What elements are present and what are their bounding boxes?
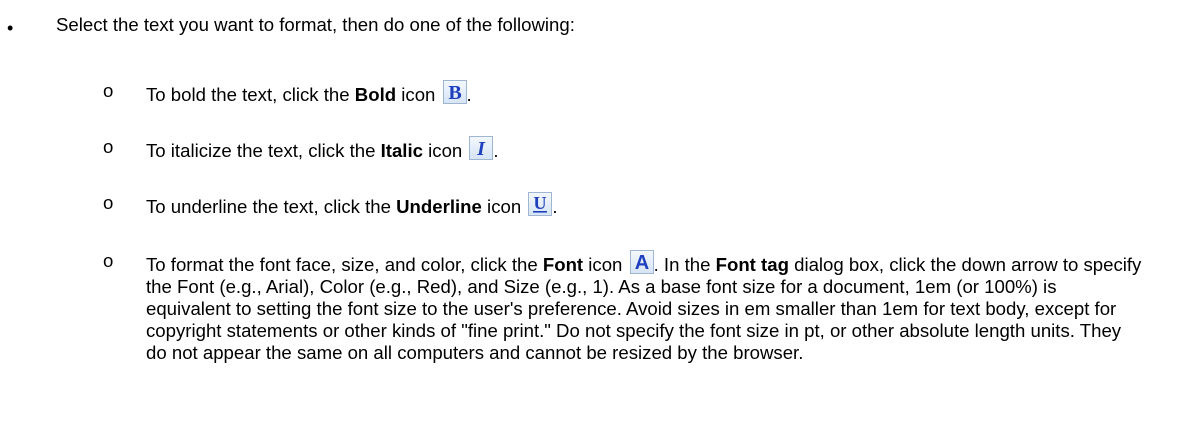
list-item-text: To underline the text, click the Underli…	[146, 192, 558, 217]
list-item-text: To bold the text, click the Bold icon B …	[146, 80, 472, 105]
svg-text:U: U	[534, 193, 547, 213]
list-item-text: To format the font face, size, and color…	[146, 250, 1142, 363]
sub-marker: o	[103, 80, 114, 101]
svg-text:B: B	[448, 82, 461, 104]
italic-icon: I	[469, 136, 494, 160]
sub-marker: o	[103, 136, 114, 157]
svg-text:A: A	[634, 252, 648, 274]
svg-text:I: I	[477, 138, 487, 160]
bullet-marker: •	[7, 18, 14, 38]
bold-term: Underline	[396, 196, 482, 217]
document-body: • Select the text you want to format, th…	[0, 0, 1196, 434]
bold-term: Italic	[380, 140, 423, 161]
bold-icon: B	[442, 80, 467, 104]
bold-term: Bold	[354, 84, 397, 105]
sub-marker: o	[103, 192, 114, 213]
intro-text: Select the text you want to format, then…	[56, 14, 575, 35]
bold-term: Font	[542, 254, 584, 275]
list-item-text: To italicize the text, click the Italic …	[146, 136, 499, 161]
sub-marker: o	[103, 250, 114, 271]
font-icon: A	[629, 250, 654, 274]
bold-term: Font tag	[715, 254, 789, 275]
underline-icon: U	[528, 192, 553, 216]
